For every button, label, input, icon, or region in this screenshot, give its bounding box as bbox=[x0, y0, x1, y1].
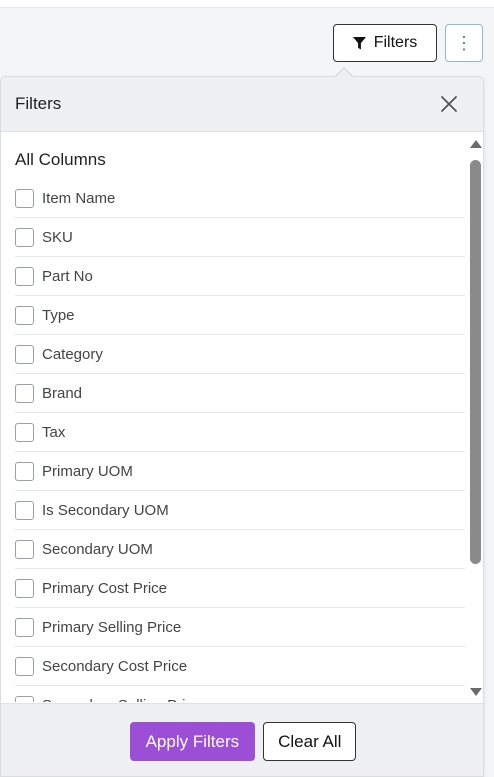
column-option[interactable]: Secondary UOM bbox=[15, 530, 465, 569]
column-option[interactable]: Type bbox=[15, 296, 465, 335]
page: Filters ⋮ Filters All Columns Item Name S… bbox=[0, 0, 494, 777]
filters-toggle-label: Filters bbox=[373, 34, 418, 51]
column-checkbox[interactable] bbox=[15, 539, 34, 559]
column-checkbox[interactable] bbox=[15, 188, 34, 208]
column-option-label: Tax bbox=[42, 423, 66, 441]
close-button[interactable] bbox=[437, 92, 461, 116]
column-option[interactable]: Primary Cost Price bbox=[15, 569, 465, 608]
funnel-icon bbox=[352, 36, 366, 49]
column-checkbox[interactable] bbox=[15, 227, 34, 247]
column-checkbox[interactable] bbox=[15, 656, 34, 676]
column-option-label: Type bbox=[42, 306, 75, 324]
vertical-ellipsis-icon: ⋮ bbox=[455, 32, 473, 53]
column-option-label: Primary UOM bbox=[42, 462, 133, 480]
popover-body: All Columns Item Name SKU Part No Type Categ… bbox=[1, 132, 483, 702]
column-option[interactable]: Is Secondary UOM bbox=[15, 491, 465, 530]
column-checkbox[interactable] bbox=[15, 578, 34, 598]
column-checkbox[interactable] bbox=[15, 305, 34, 325]
column-option-label: Is Secondary UOM bbox=[42, 501, 169, 519]
column-option-label: Secondary Cost Price bbox=[42, 657, 188, 675]
column-option-label: Brand bbox=[42, 384, 83, 402]
column-checkbox[interactable] bbox=[15, 383, 34, 403]
scrollbar[interactable] bbox=[467, 140, 483, 696]
column-option-label: Secondary UOM bbox=[42, 540, 153, 558]
popover-caret-fill bbox=[335, 69, 353, 78]
column-option[interactable]: Primary Selling Price bbox=[15, 608, 465, 647]
column-option[interactable]: Item Name bbox=[15, 179, 465, 218]
column-checkbox[interactable] bbox=[15, 500, 34, 520]
close-icon bbox=[441, 96, 457, 112]
filters-toggle-button[interactable]: Filters bbox=[333, 24, 437, 62]
column-option[interactable]: Secondary Cost Price bbox=[15, 647, 465, 686]
column-option[interactable]: Part No bbox=[15, 257, 465, 296]
column-checkbox[interactable] bbox=[15, 695, 34, 702]
column-checkbox[interactable] bbox=[15, 422, 34, 442]
column-option[interactable]: Category bbox=[15, 335, 465, 374]
column-option-label: Primary Selling Price bbox=[42, 618, 182, 636]
more-options-button[interactable]: ⋮ bbox=[445, 24, 483, 62]
column-option-label: Primary Cost Price bbox=[42, 579, 168, 597]
scroll-down-arrow-icon[interactable] bbox=[470, 688, 482, 696]
scroll-up-arrow-icon[interactable] bbox=[470, 140, 482, 148]
column-checkbox[interactable] bbox=[15, 266, 34, 286]
scrollbar-thumb[interactable] bbox=[470, 160, 481, 564]
column-option[interactable]: Tax bbox=[15, 413, 465, 452]
filters-popover: Filters All Columns Item Name SKU Part No T… bbox=[0, 76, 484, 777]
column-checkbox[interactable] bbox=[15, 344, 34, 364]
column-option[interactable]: Primary UOM bbox=[15, 452, 465, 491]
column-option[interactable]: Brand bbox=[15, 374, 465, 413]
column-option-label: Item Name bbox=[42, 189, 116, 207]
column-list: Item Name SKU Part No Type Category Brand Tax P… bbox=[15, 179, 465, 702]
column-option[interactable]: SKU bbox=[15, 218, 465, 257]
top-strip bbox=[0, 0, 494, 8]
popover-header: Filters bbox=[1, 77, 483, 132]
popover-footer: Apply Filters Clear All bbox=[1, 703, 483, 776]
column-checkbox[interactable] bbox=[15, 461, 34, 481]
column-option-label: Category bbox=[42, 345, 103, 363]
section-title: All Columns bbox=[15, 150, 106, 169]
clear-all-button[interactable]: Clear All bbox=[263, 722, 357, 761]
column-option-label: Part No bbox=[42, 267, 93, 285]
column-option[interactable]: Secondary Selling Price bbox=[15, 686, 465, 702]
column-option-label: SKU bbox=[42, 228, 73, 246]
popover-title: Filters bbox=[15, 94, 62, 113]
column-checkbox[interactable] bbox=[15, 617, 34, 637]
apply-filters-button[interactable]: Apply Filters bbox=[129, 722, 256, 761]
column-option-label: Secondary Selling Price bbox=[42, 697, 201, 703]
